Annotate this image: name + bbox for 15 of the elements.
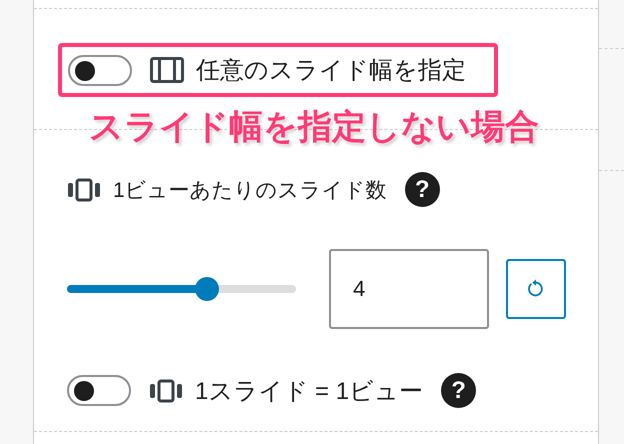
toggle-label: 1スライド = 1ビュー [195,376,424,406]
reset-button[interactable] [506,259,566,319]
setting-label: 1ビューあたりのスライド数 [113,178,387,204]
help-icon[interactable]: ? [404,172,440,207]
slides-icon [67,178,101,202]
annotation-caption: スライド幅を指定しない場合 [89,107,539,148]
slider-thumb[interactable] [194,277,219,301]
number-field[interactable]: 4 [329,249,489,329]
slides-icon [149,378,183,402]
toggle-label: 任意のスライド幅を指定 [196,56,466,86]
toggle-switch[interactable] [67,375,131,406]
slide-width-icon [150,57,184,83]
help-icon[interactable]: ? [441,373,476,408]
slider[interactable] [67,277,296,301]
toggle-switch[interactable] [68,54,132,86]
